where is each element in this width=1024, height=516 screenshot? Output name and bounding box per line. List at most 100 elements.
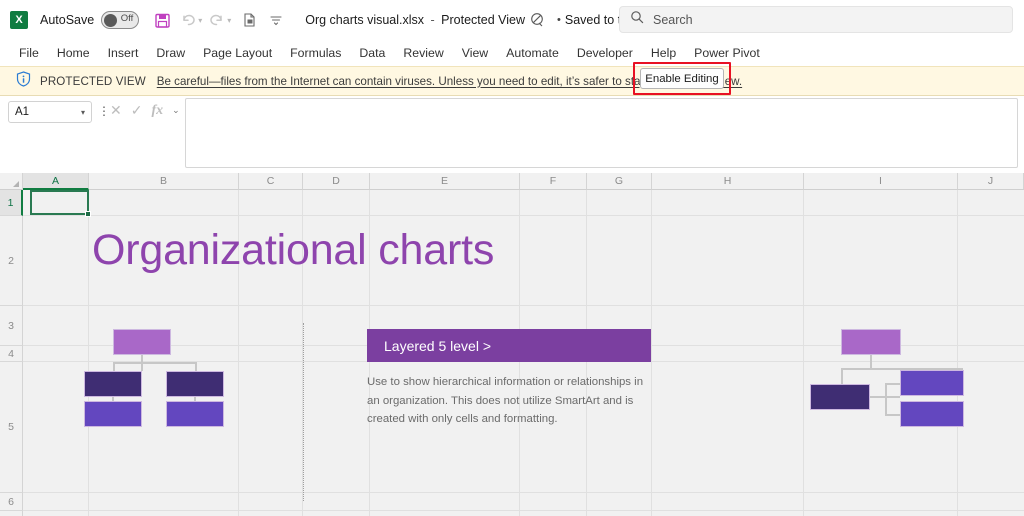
layered-5-level-banner[interactable]: Layered 5 level > (367, 329, 651, 362)
tab-home[interactable]: Home (48, 43, 99, 63)
connector-line (870, 355, 872, 369)
tab-developer[interactable]: Developer (568, 43, 642, 63)
info-shield-icon (16, 70, 31, 92)
row-header-4[interactable]: 4 (0, 346, 23, 362)
selected-cell-a1[interactable] (30, 190, 91, 217)
autosave-toggle-knob (104, 13, 118, 27)
row-header-3[interactable]: 3 (0, 306, 23, 346)
column-header-row: A B C D E F G H I J (0, 173, 1024, 190)
column-header-b[interactable]: B (89, 173, 239, 190)
save-icon[interactable] (149, 7, 175, 33)
autosave-toggle[interactable]: Off (101, 11, 140, 29)
autosave-toggle-state: Off (120, 13, 134, 24)
gridline-v (803, 190, 804, 516)
name-box-dropdown-icon[interactable]: ▾ (81, 108, 85, 117)
protected-view-bar: PROTECTED VIEW Be careful—files from the… (0, 66, 1024, 96)
cancel-icon[interactable]: ✕ (110, 102, 122, 119)
row-header-2[interactable]: 2 (0, 216, 23, 306)
gridline-v (88, 190, 89, 516)
org-node-right-mid[interactable] (166, 371, 224, 397)
title-separator: - (430, 13, 435, 27)
tab-review[interactable]: Review (394, 43, 452, 63)
column-header-j[interactable]: J (958, 173, 1024, 190)
excel-window: X AutoSave Off ▾ ▾ Org charts visual.xls… (0, 0, 1024, 516)
customize-quick-access-toolbar-icon[interactable] (263, 7, 289, 33)
connector-line (113, 362, 197, 364)
column-header-c[interactable]: C (239, 173, 303, 190)
column-header-f[interactable]: F (520, 173, 587, 190)
page-title: Organizational charts (92, 226, 495, 274)
tab-power-pivot[interactable]: Power Pivot (685, 43, 769, 63)
tab-automate[interactable]: Automate (497, 43, 568, 63)
saved-bullet: • (557, 14, 561, 26)
row-header-column: 1 2 3 4 5 6 7 (0, 190, 23, 516)
gridline-h (23, 492, 1024, 493)
gridline-h (23, 215, 1024, 216)
search-icon (630, 10, 644, 29)
org-node-left[interactable] (810, 384, 870, 410)
enter-icon[interactable]: ✓ (131, 102, 143, 119)
excel-logo-icon: X (10, 11, 28, 29)
column-header-a[interactable]: A (23, 173, 89, 190)
no-edit-lock-icon (530, 12, 545, 32)
connector-line (841, 368, 843, 385)
select-all-corner[interactable] (0, 173, 23, 190)
gridline-v (651, 190, 652, 516)
file-name: Org charts visual.xlsx (305, 13, 425, 27)
row-header-6[interactable]: 6 (0, 493, 23, 511)
connector-line (885, 383, 901, 385)
org-node-left-mid[interactable] (84, 371, 142, 397)
formula-bar-more-icon[interactable]: ⋮ (98, 104, 110, 118)
tab-formulas[interactable]: Formulas (281, 43, 350, 63)
column-header-i[interactable]: I (804, 173, 958, 190)
connector-line (885, 383, 887, 415)
tab-file[interactable]: File (10, 43, 48, 63)
formula-bar-row: A1 ▾ ⋮ ✕ ✓ fx ⌄ (0, 96, 1024, 172)
tab-data[interactable]: Data (350, 43, 394, 63)
name-box[interactable]: A1 ▾ (8, 101, 92, 123)
title-bar: X AutoSave Off ▾ ▾ Org charts visual.xls… (0, 0, 1024, 40)
org-node-top[interactable] (113, 329, 171, 355)
org-node-top[interactable] (841, 329, 901, 355)
name-box-value: A1 (15, 106, 30, 118)
insert-function-icon[interactable]: fx (151, 103, 163, 119)
row-header-7[interactable]: 7 (0, 511, 23, 516)
gridline-v (957, 190, 958, 516)
redo-icon[interactable] (204, 7, 230, 33)
column-header-g[interactable]: G (587, 173, 652, 190)
banner-label: Layered 5 level > (384, 337, 492, 354)
org-node-left-bottom[interactable] (84, 401, 142, 427)
ribbon-tab-bar: File Home Insert Draw Page Layout Formul… (0, 40, 1024, 66)
undo-icon[interactable] (175, 7, 201, 33)
org-node-lower-right[interactable] (900, 401, 964, 427)
enable-editing-button[interactable]: Enable Editing (640, 68, 724, 89)
fill-handle[interactable] (85, 211, 91, 217)
column-header-e[interactable]: E (370, 173, 520, 190)
org-node-upper-right[interactable] (900, 370, 964, 396)
gridline-h (23, 510, 1024, 511)
formula-input[interactable] (185, 98, 1018, 168)
print-preview-icon[interactable] (237, 7, 263, 33)
document-title-group[interactable]: Org charts visual.xlsx - Protected View (305, 13, 525, 27)
row-header-5[interactable]: 5 (0, 362, 23, 493)
tab-page-layout[interactable]: Page Layout (194, 43, 281, 63)
protected-view-label: Protected View (441, 13, 526, 27)
row-header-1[interactable]: 1 (0, 190, 23, 216)
expand-formula-bar-icon[interactable]: ⌄ (172, 105, 180, 116)
protected-view-title: PROTECTED VIEW (40, 74, 146, 88)
search-box[interactable]: Search (619, 6, 1013, 33)
gridline-h (23, 305, 1024, 306)
tab-draw[interactable]: Draw (147, 43, 194, 63)
tab-view[interactable]: View (453, 43, 497, 63)
column-header-h[interactable]: H (652, 173, 804, 190)
search-placeholder: Search (653, 12, 693, 27)
connector-line (885, 414, 901, 416)
column-header-d[interactable]: D (303, 173, 370, 190)
org-node-right-bottom[interactable] (166, 401, 224, 427)
formula-bar-actions: ✕ ✓ fx ⌄ (110, 102, 180, 119)
tab-help[interactable]: Help (642, 43, 685, 63)
tab-insert[interactable]: Insert (99, 43, 148, 63)
description-text: Use to show hierarchical information or … (367, 376, 644, 425)
autosave-label: AutoSave (40, 13, 95, 27)
vertical-dotted-divider (303, 323, 304, 501)
